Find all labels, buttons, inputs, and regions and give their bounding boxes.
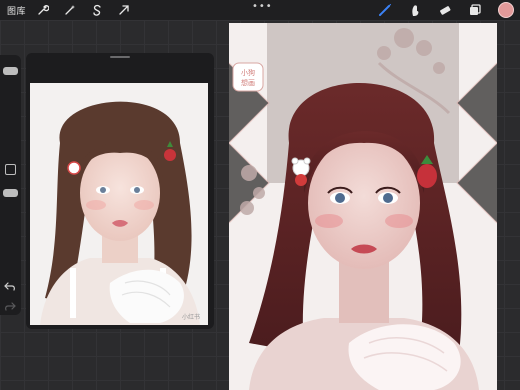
color-swatch[interactable]	[498, 2, 514, 18]
tool-group-right	[378, 2, 514, 18]
opacity-slider[interactable]	[3, 189, 18, 197]
reference-window[interactable]: 小红书	[26, 53, 214, 329]
magic-wand-icon[interactable]	[63, 3, 77, 17]
layers-icon[interactable]	[468, 3, 482, 17]
selection-s-icon[interactable]	[90, 3, 104, 17]
reference-watermark: 小红书	[182, 313, 200, 321]
reference-photo: 小红书	[30, 83, 208, 325]
redo-icon[interactable]	[4, 297, 16, 311]
sticker-label: 小狗 想画	[232, 62, 264, 92]
modify-button[interactable]	[5, 164, 16, 175]
svg-text:小狗: 小狗	[241, 68, 255, 77]
more-options-dots[interactable]: •••	[252, 1, 273, 12]
artwork-canvas[interactable]: 小狗 想画	[229, 23, 497, 390]
transform-arrow-icon[interactable]	[117, 3, 131, 17]
eraser-icon[interactable]	[438, 3, 452, 17]
brush-size-slider[interactable]	[3, 67, 18, 75]
smudge-icon[interactable]	[408, 3, 422, 17]
top-toolbar: 图库 •••	[0, 0, 520, 20]
gallery-button[interactable]: 图库	[7, 4, 26, 17]
undo-icon[interactable]	[4, 277, 16, 291]
wrench-icon[interactable]	[36, 3, 50, 17]
svg-text:想画: 想画	[241, 78, 255, 87]
reference-drag-handle[interactable]	[110, 56, 130, 58]
brush-icon[interactable]	[378, 3, 392, 17]
side-toolbar	[0, 55, 21, 315]
